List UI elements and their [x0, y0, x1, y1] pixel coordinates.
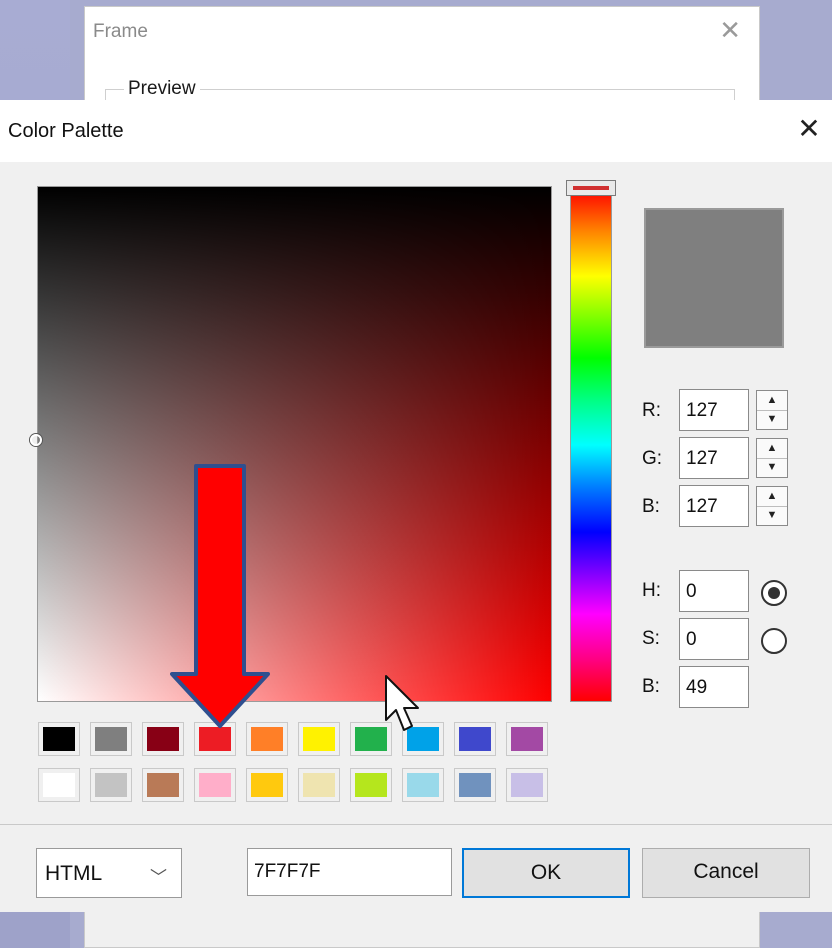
ok-button[interactable]: OK	[462, 848, 630, 898]
color-swatch[interactable]	[506, 768, 548, 802]
color-swatch-fill	[95, 773, 127, 797]
color-swatch[interactable]	[38, 768, 80, 802]
color-swatch[interactable]	[246, 768, 288, 802]
color-swatch-fill	[303, 727, 335, 751]
decrement-icon[interactable]: ▼	[757, 410, 787, 429]
color-swatch[interactable]	[350, 722, 392, 756]
color-swatch[interactable]	[142, 768, 184, 802]
blue-stepper[interactable]: ▲ ▼	[756, 486, 788, 526]
increment-icon[interactable]: ▲	[757, 487, 787, 507]
color-swatch-fill	[43, 773, 75, 797]
green-input[interactable]: 127	[679, 437, 749, 479]
color-swatch[interactable]	[298, 768, 340, 802]
close-icon[interactable]: ✕	[792, 112, 826, 146]
color-swatch-fill	[355, 773, 387, 797]
green-stepper[interactable]: ▲ ▼	[756, 438, 788, 478]
color-swatch[interactable]	[454, 722, 496, 756]
color-swatch-fill	[147, 727, 179, 751]
br-label: B:	[642, 676, 660, 697]
radio-selected-dot	[768, 587, 780, 599]
color-swatch-fill	[43, 727, 75, 751]
color-swatch[interactable]	[90, 722, 132, 756]
color-swatch[interactable]	[194, 722, 236, 756]
blue-input[interactable]: 127	[679, 485, 749, 527]
color-swatch-fill	[407, 773, 439, 797]
saturation-input[interactable]: 0	[679, 618, 749, 660]
color-swatch-fill	[303, 773, 335, 797]
color-swatch[interactable]	[246, 722, 288, 756]
b-label: B:	[642, 496, 660, 517]
color-swatch[interactable]	[194, 768, 236, 802]
frame-window-bottom	[84, 910, 760, 948]
cancel-button[interactable]: Cancel	[642, 848, 810, 898]
red-stepper[interactable]: ▲ ▼	[756, 390, 788, 430]
color-swatch-fill	[459, 727, 491, 751]
color-swatch-fill	[147, 773, 179, 797]
hue-slider-thumb[interactable]	[566, 180, 616, 196]
s-label: S:	[642, 628, 660, 649]
dialog-divider	[0, 824, 832, 825]
color-swatch[interactable]	[454, 768, 496, 802]
format-select[interactable]: HTML ﹀	[36, 848, 182, 898]
color-palette-dialog: Color Palette ✕ R: 127 ▲ ▼ G: 127 ▲ ▼ B:…	[0, 100, 832, 912]
color-swatch-fill	[199, 773, 231, 797]
color-swatch[interactable]	[298, 722, 340, 756]
increment-icon[interactable]: ▲	[757, 391, 787, 411]
color-swatch[interactable]	[38, 722, 80, 756]
hue-slider[interactable]	[570, 188, 612, 702]
color-swatch[interactable]	[506, 722, 548, 756]
color-swatch[interactable]	[402, 768, 444, 802]
color-picker-marker[interactable]	[30, 434, 42, 446]
color-swatch-fill	[199, 727, 231, 751]
color-swatch[interactable]	[90, 768, 132, 802]
hue-input[interactable]: 0	[679, 570, 749, 612]
g-label: G:	[642, 448, 663, 469]
preview-group-label: Preview	[124, 78, 200, 100]
color-swatch-fill	[407, 727, 439, 751]
color-swatch-fill	[251, 727, 283, 751]
color-swatch-fill	[511, 727, 543, 751]
color-swatch-fill	[95, 727, 127, 751]
color-swatch[interactable]	[350, 768, 392, 802]
frame-window-title: Frame	[93, 21, 148, 42]
color-swatch-fill	[459, 773, 491, 797]
red-input[interactable]: 127	[679, 389, 749, 431]
saturation-brightness-field[interactable]	[37, 186, 552, 702]
color-swatch[interactable]	[402, 722, 444, 756]
hex-input[interactable]: 7F7F7F	[247, 848, 452, 896]
chevron-down-icon: ﹀	[150, 868, 167, 887]
hue-mode-radio[interactable]	[761, 580, 787, 606]
increment-icon[interactable]: ▲	[757, 439, 787, 459]
close-icon[interactable]: ✕	[719, 17, 741, 43]
dialog-title: Color Palette	[8, 120, 124, 142]
h-label: H:	[642, 580, 661, 601]
color-swatch-fill	[251, 773, 283, 797]
brightness-input[interactable]: 49	[679, 666, 749, 708]
color-swatch-fill	[511, 773, 543, 797]
decrement-icon[interactable]: ▼	[757, 458, 787, 477]
color-swatch[interactable]	[142, 722, 184, 756]
color-preview	[644, 208, 784, 348]
dialog-titlebar: Color Palette ✕	[0, 100, 832, 162]
saturation-mode-radio[interactable]	[761, 628, 787, 654]
color-swatch-fill	[355, 727, 387, 751]
r-label: R:	[642, 400, 661, 421]
format-select-value: HTML	[45, 862, 103, 885]
decrement-icon[interactable]: ▼	[757, 506, 787, 525]
